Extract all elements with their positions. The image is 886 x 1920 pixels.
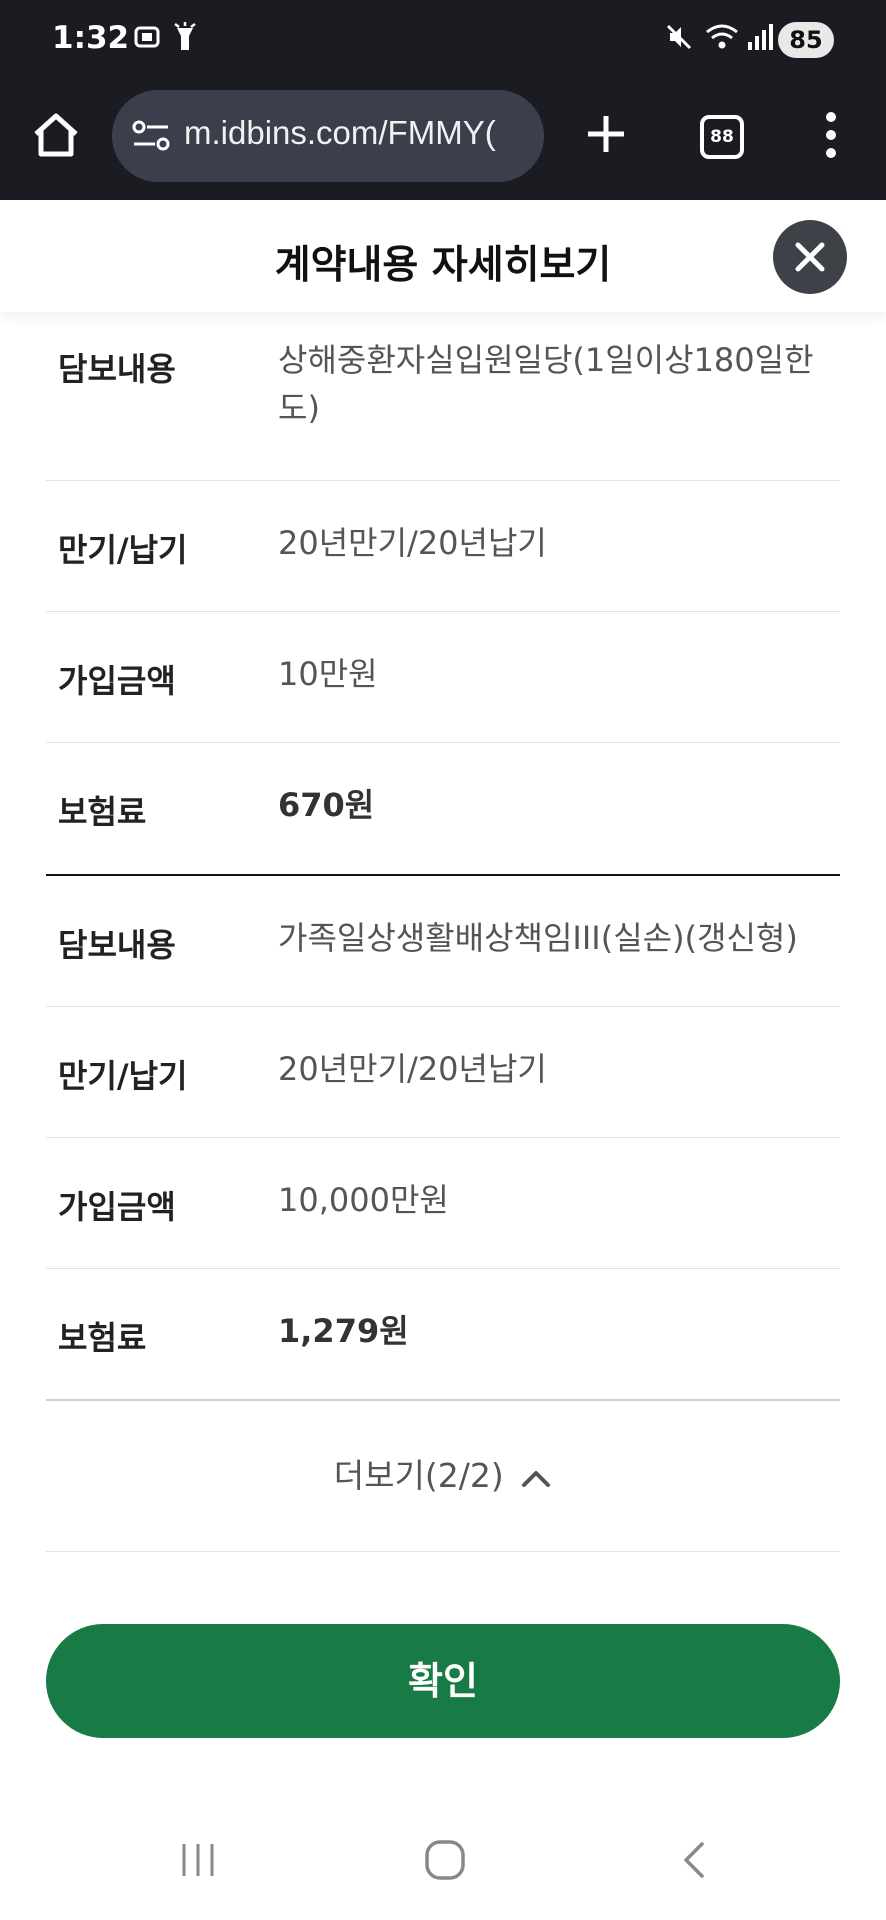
status-time: 1:32 — [52, 20, 130, 56]
signal-icon — [746, 22, 774, 56]
wifi-icon — [704, 22, 740, 56]
row-value: 20년만기/20년납기 — [278, 1050, 547, 1088]
sheet-title: 계약내용 자세히보기 — [274, 243, 612, 288]
row-label: 보험료 — [58, 793, 147, 831]
row-label: 만기/납기 — [58, 531, 188, 569]
more-toggle-inner[interactable]: 더보기(2/2) — [46, 1449, 840, 1497]
recent-apps-icon[interactable] — [178, 1840, 218, 1884]
new-tab-icon[interactable] — [578, 106, 634, 162]
system-nav-bar — [0, 1800, 886, 1920]
status-bar: 1:32 85 — [0, 0, 886, 80]
row-label: 가입금액 — [58, 1188, 176, 1226]
detail-row: 가입금액 10,000만원 — [46, 1138, 840, 1269]
row-label: 가입금액 — [58, 662, 176, 700]
premium-value: 670원 — [278, 786, 375, 824]
detail-row: 보험료 1,279원 — [46, 1269, 840, 1401]
row-label: 담보내용 — [58, 350, 176, 388]
row-label: 담보내용 — [58, 926, 176, 964]
screenshot-icon — [132, 22, 162, 56]
row-label: 만기/납기 — [58, 1057, 188, 1095]
browser-toolbar: m.idbins.com/FMMY( 88 — [0, 80, 886, 200]
detail-row: 만기/납기 20년만기/20년납기 — [46, 481, 840, 612]
site-info-icon[interactable] — [130, 118, 172, 154]
detail-row: 만기/납기 20년만기/20년납기 — [46, 1007, 840, 1138]
contract-details: 담보내용 상해중환자실입원일당(1일이상180일한도) 만기/납기 20년만기/… — [46, 312, 840, 1552]
row-value: 20년만기/20년납기 — [278, 524, 547, 562]
row-value: 상해중환자실입원일당(1일이상180일한도) — [278, 341, 814, 427]
more-label: 더보기(2/2) — [333, 1456, 504, 1495]
detail-row: 담보내용 가족일상생활배상책임III(실손)(갱신형) — [46, 876, 840, 1007]
close-icon — [795, 242, 825, 272]
coverage-group: 담보내용 가족일상생활배상책임III(실손)(갱신형) 만기/납기 20년만기/… — [46, 876, 840, 1401]
detail-row: 가입금액 10만원 — [46, 612, 840, 743]
row-value: 10,000만원 — [278, 1181, 449, 1219]
coverage-group: 담보내용 상해중환자실입원일당(1일이상180일한도) 만기/납기 20년만기/… — [46, 312, 840, 874]
row-label: 보험료 — [58, 1319, 147, 1357]
battery-indicator: 85 — [778, 22, 834, 58]
address-bar[interactable]: m.idbins.com/FMMY( — [112, 90, 544, 182]
row-value: 가족일상생활배상책임III(실손)(갱신형) — [278, 919, 798, 957]
detail-row: 보험료 670원 — [46, 743, 840, 874]
url-text[interactable]: m.idbins.com/FMMY( — [184, 114, 534, 160]
tab-count: 88 — [710, 127, 734, 147]
more-menu-icon[interactable] — [814, 110, 848, 160]
row-value: 10만원 — [278, 655, 378, 693]
sheet-header: 계약내용 자세히보기 — [0, 200, 886, 312]
tab-switcher-icon[interactable]: 88 — [700, 115, 744, 159]
flashlight-icon — [172, 22, 198, 58]
detail-row: 담보내용 상해중환자실입원일당(1일이상180일한도) — [46, 312, 840, 481]
home-nav-icon[interactable] — [423, 1838, 467, 1886]
back-icon[interactable] — [678, 1840, 708, 1884]
mute-icon — [664, 22, 694, 56]
home-icon[interactable] — [26, 106, 86, 166]
more-toggle[interactable]: 더보기(2/2) — [46, 1401, 840, 1552]
close-button[interactable] — [773, 220, 847, 294]
chevron-up-icon — [522, 1470, 551, 1487]
confirm-button[interactable]: 확인 — [46, 1624, 840, 1738]
premium-value: 1,279원 — [278, 1312, 409, 1350]
